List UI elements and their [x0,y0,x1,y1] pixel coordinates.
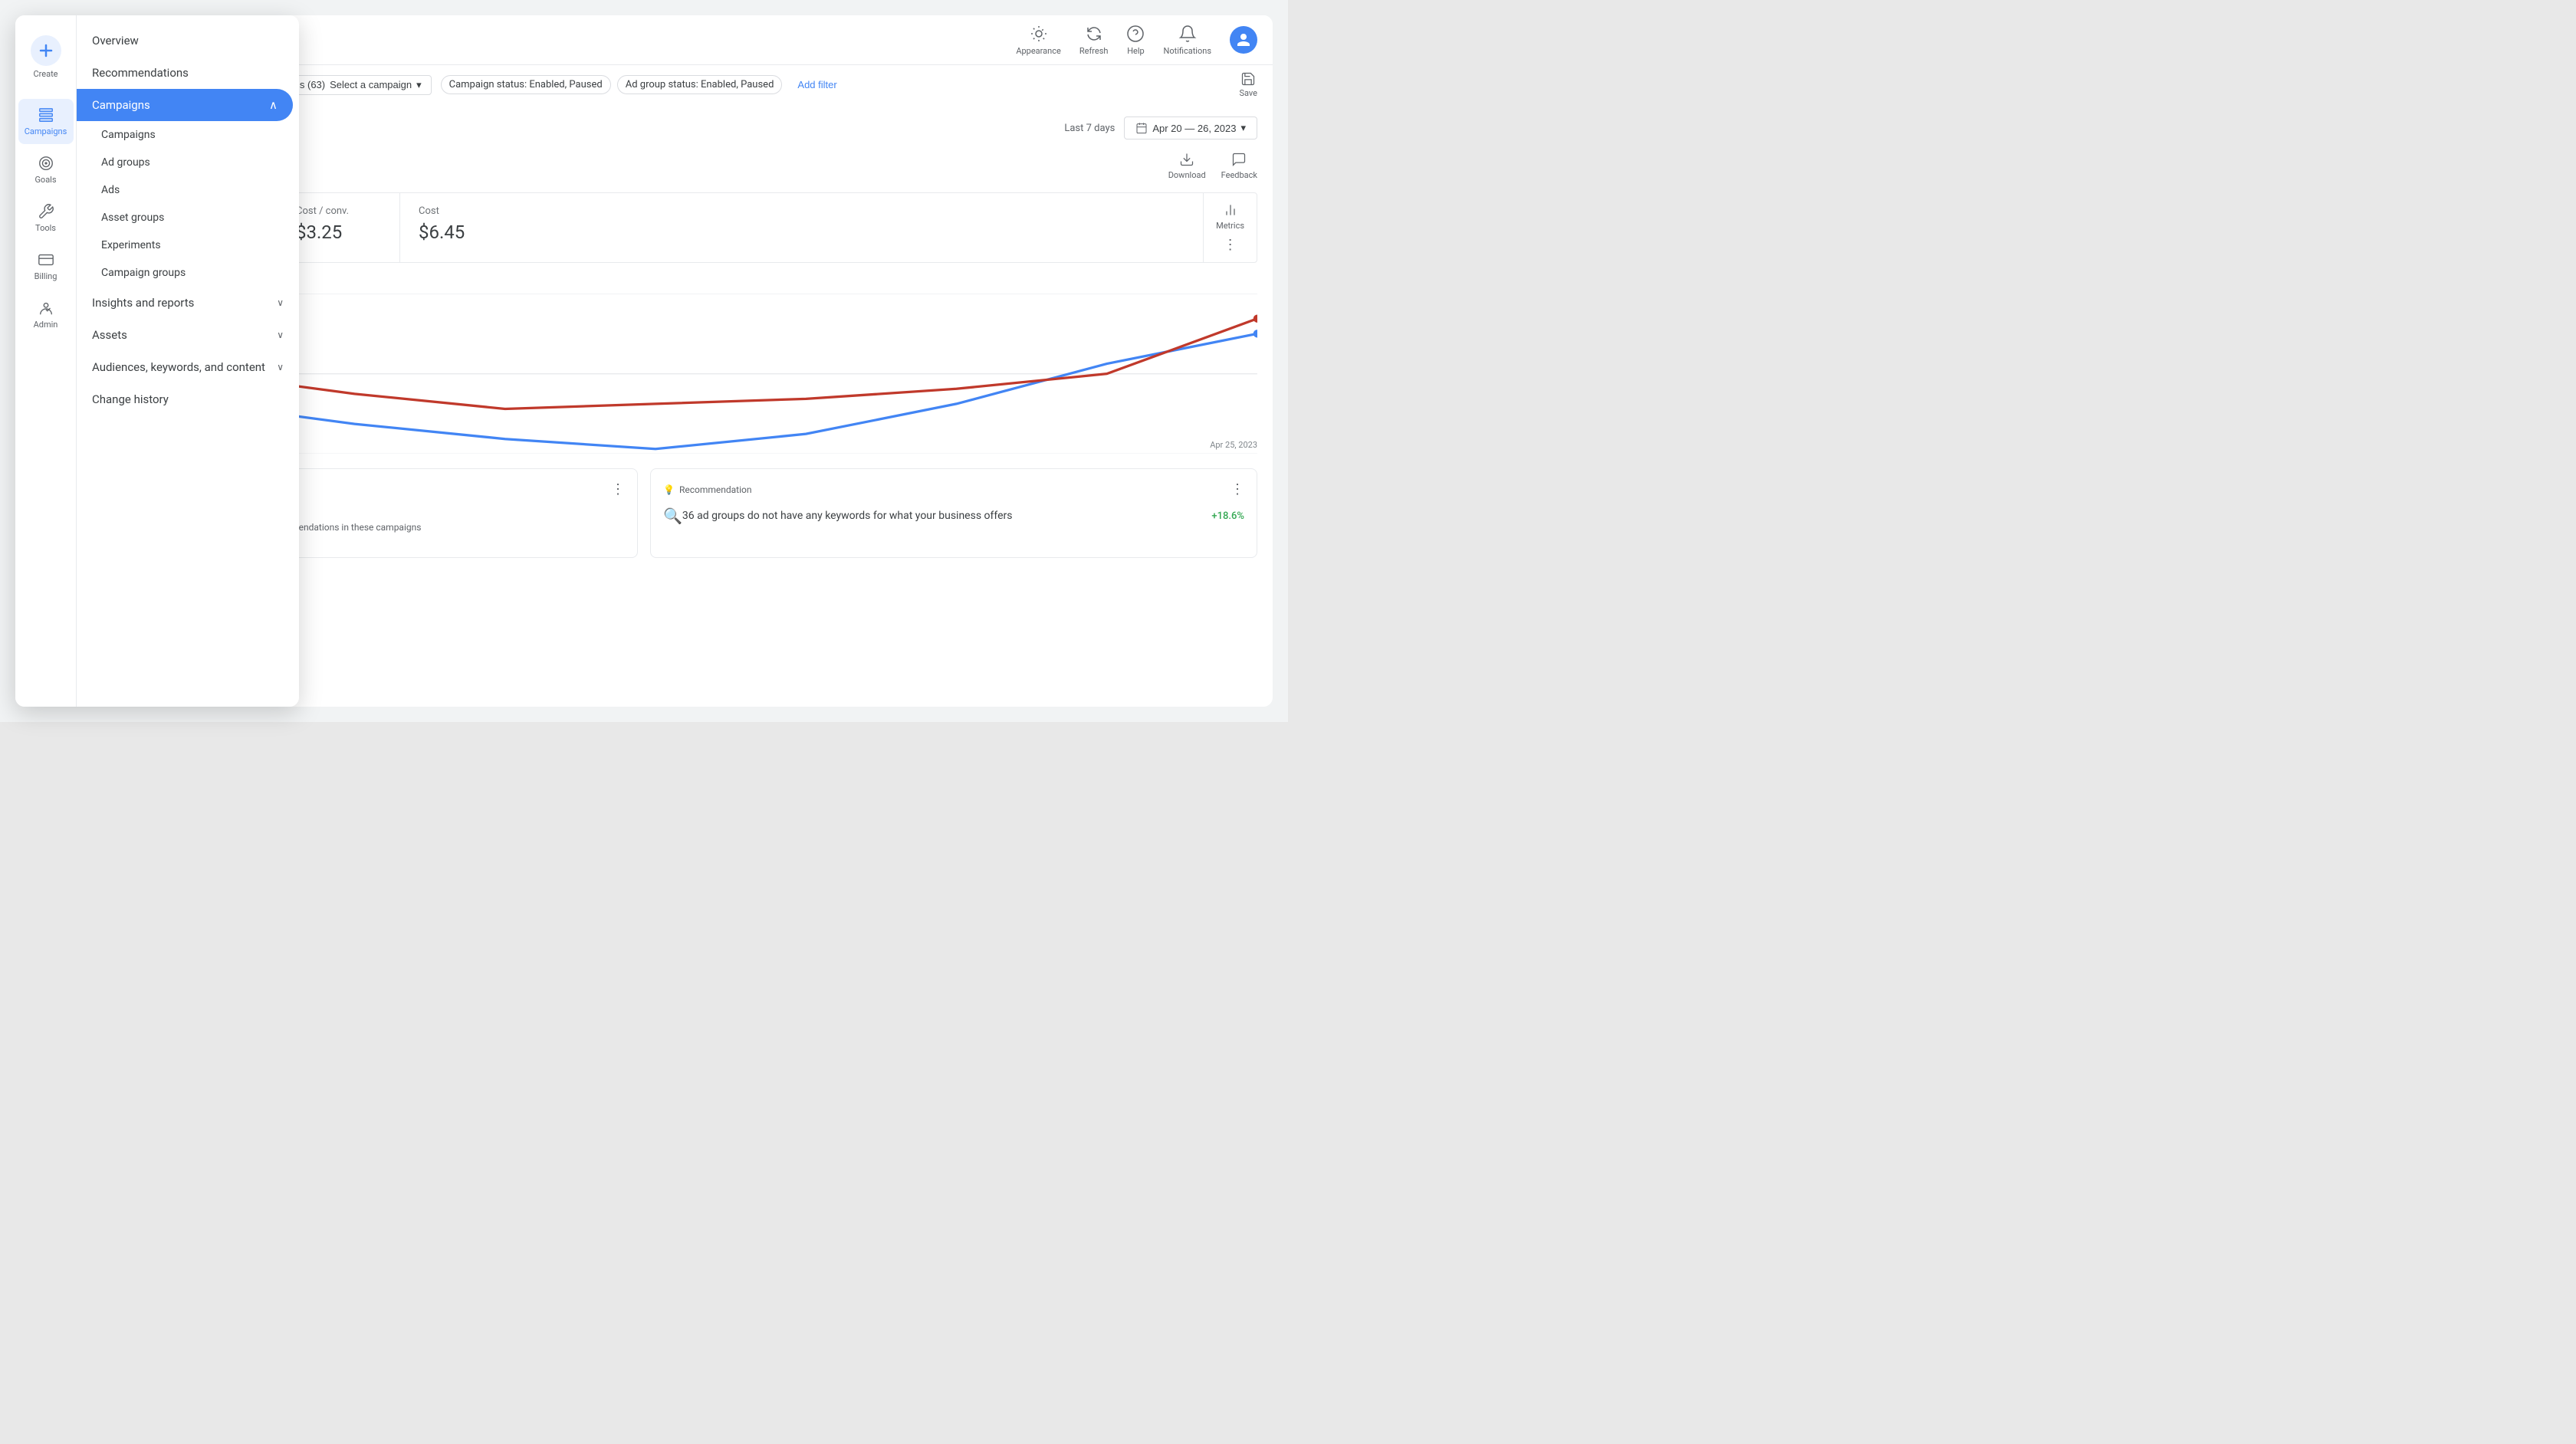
toolbar-right: Appearance Refresh Help [1016,25,1257,56]
campaigns-rail-label: Campaigns [25,126,67,136]
insights-chevron-icon: ∨ [277,297,284,308]
adgroup-status-filter: Ad group status: Enabled, Paused [617,75,783,94]
campaigns-chevron-up-icon: ∧ [269,98,278,112]
overview-nav-label: Overview [92,34,139,48]
lightbulb2-icon: 💡 [663,484,675,495]
refresh-button[interactable]: Refresh [1079,25,1109,56]
download-button[interactable]: Download [1168,152,1206,180]
nav-sub-item-ad-groups[interactable]: Ad groups [77,149,299,176]
cost-metric-card[interactable]: Cost $6.45 [399,193,522,262]
add-filter-button[interactable]: Add filter [788,76,846,94]
rec2-text: 36 ad groups do not have any keywords fo… [682,510,1212,522]
nav-section-audiences[interactable]: Audiences, keywords, and content ∨ [77,351,299,383]
rec2-label: 💡 Recommendation [663,484,751,495]
help-label: Help [1127,46,1145,56]
cost-conv-value: $3.25 [296,222,381,243]
more-options-button[interactable]: ⋮ [1224,237,1237,253]
assets-section-label: Assets [92,328,127,342]
audiences-section-label: Audiences, keywords, and content [92,360,265,374]
insights-section-label: Insights and reports [92,296,194,310]
asset-groups-sub-label: Asset groups [101,212,164,224]
cost-conv-label: Cost / conv. [296,205,381,217]
nav-sub-item-ads[interactable]: Ads [77,176,299,204]
rec2-label-text: Recommendation [679,484,752,495]
experiments-sub-label: Experiments [101,239,161,251]
ads-sub-label: Ads [101,184,120,196]
download-label: Download [1168,170,1206,180]
nav-sub-item-campaigns[interactable]: Campaigns [77,121,299,149]
filter-chips: Campaign status: Enabled, Paused Ad grou… [441,75,1230,94]
notifications-button[interactable]: Notifications [1163,25,1211,56]
rec2-badge: +18.6% [1211,510,1244,522]
assets-chevron-icon: ∨ [277,330,284,340]
campaign-select-label: Select a campaign [330,79,412,90]
campaign-dropdown-icon: ▾ [416,79,422,91]
change-history-label: Change history [92,392,169,406]
create-label: Create [33,69,58,79]
notifications-label: Notifications [1163,46,1211,56]
sidebar-item-goals[interactable]: Goals [18,147,74,192]
rec1-more-button[interactable]: ⋮ [611,481,625,497]
save-button[interactable]: Save [1239,71,1257,98]
recommendation-card-2: 💡 Recommendation ⋮ 🔍 36 ad groups do not… [650,468,1257,558]
nav-item-recommendations[interactable]: Recommendations [77,57,293,89]
nav-sub-item-campaign-groups[interactable]: Campaign groups [77,259,299,287]
date-range-button[interactable]: Apr 20 — 26, 2023 ▾ [1124,117,1257,139]
recommendations-nav-label: Recommendations [92,66,189,80]
campaigns-sub-label: Campaigns [101,129,156,141]
x-label-end: Apr 25, 2023 [1210,440,1257,450]
date-dropdown-icon: ▾ [1240,122,1246,134]
appearance-label: Appearance [1016,46,1061,56]
nav-sub-item-experiments[interactable]: Experiments [77,231,299,259]
nav-section-insights[interactable]: Insights and reports ∨ [77,287,299,319]
user-avatar[interactable] [1230,26,1257,54]
billing-rail-label: Billing [34,271,58,281]
appearance-button[interactable]: Appearance [1016,25,1061,56]
nav-item-change-history[interactable]: Change history [77,383,293,415]
search-keyword-icon: 🔍 [663,507,682,525]
date-range-label: Last 7 days [1064,123,1115,134]
rec2-content: 🔍 36 ad groups do not have any keywords … [663,507,1244,525]
app-container: ▾ Appearance Refresh [0,0,1288,722]
audiences-chevron-icon: ∨ [277,362,284,372]
tools-rail-label: Tools [35,223,56,233]
create-button[interactable]: Create [18,28,74,87]
campaign-status-filter: Campaign status: Enabled, Paused [441,75,611,94]
date-selector: Last 7 days Apr 20 — 26, 2023 ▾ [1064,117,1257,139]
campaign-groups-sub-label: Campaign groups [101,267,186,279]
nav-sub-item-asset-groups[interactable]: Asset groups [77,204,299,231]
sidebar-overlay: Create Campaigns Goals [15,15,299,707]
nav-item-campaigns-section[interactable]: Campaigns ∧ [77,89,293,121]
sidebar-item-campaigns[interactable]: Campaigns [18,99,74,144]
campaigns-section-label: Campaigns [92,98,150,112]
sidebar-item-billing[interactable]: Billing [18,244,74,289]
cost-label: Cost [419,205,504,217]
save-label: Save [1239,88,1257,98]
refresh-label: Refresh [1079,46,1109,56]
admin-rail-label: Admin [34,320,58,330]
create-plus-icon [31,35,61,66]
help-button[interactable]: Help [1126,25,1145,56]
metrics-button[interactable]: Metrics [1216,202,1244,231]
sidebar-item-tools[interactable]: Tools [18,195,74,241]
cost-value: $6.45 [419,222,504,243]
goals-rail-label: Goals [34,175,56,185]
rec2-header: 💡 Recommendation ⋮ [663,481,1244,497]
metrics-label: Metrics [1216,221,1244,231]
ad-groups-sub-label: Ad groups [101,156,150,169]
nav-panel: Overview Recommendations Campaigns ∧ Cam… [77,15,299,707]
feedback-button[interactable]: Feedback [1221,152,1257,180]
nav-section-assets[interactable]: Assets ∨ [77,319,299,351]
date-range-value: Apr 20 — 26, 2023 [1152,123,1236,134]
icon-rail: Create Campaigns Goals [15,15,77,707]
metrics-toolbar: Metrics ⋮ [1203,193,1257,262]
rec2-more-button[interactable]: ⋮ [1230,481,1244,497]
sidebar-item-admin[interactable]: Admin [18,292,74,337]
feedback-label: Feedback [1221,170,1257,180]
nav-item-overview[interactable]: Overview [77,25,293,57]
